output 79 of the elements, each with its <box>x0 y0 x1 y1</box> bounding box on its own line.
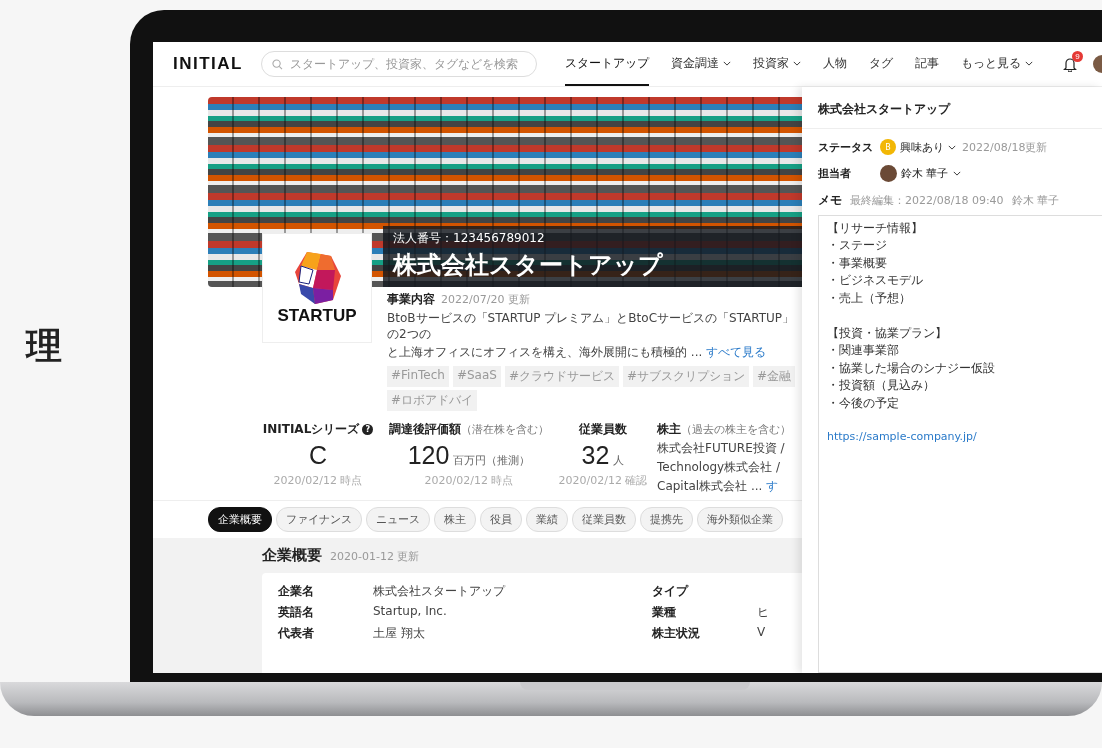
shareholder-list: 株式会社FUTURE投資 / <box>657 439 802 457</box>
updated-date: 2022/07/20 更新 <box>441 292 530 307</box>
tab[interactable]: 提携先 <box>640 506 693 532</box>
panel-title: 株式会社スタートアップ <box>802 87 1102 129</box>
tab[interactable]: 海外類似企業 <box>697 506 783 532</box>
background-heading: 理 <box>26 323 62 368</box>
section-title: 企業概要 <box>262 545 322 565</box>
shareholder-list: Capital株式会社 ... <box>657 477 763 495</box>
field-label: 株主状況 <box>652 624 701 642</box>
stat-label: 株主（過去の株主を含む） <box>657 420 792 438</box>
avatar <box>880 165 897 182</box>
chevron-icon <box>952 171 961 176</box>
tab[interactable]: 従業員数 <box>572 506 636 532</box>
field-label: ステータス <box>818 139 874 155</box>
memo-text: 【投資・協業プラン】 ・関連事業部 ・協業した場合のシナジー仮設 ・投資額（見込み） ・今後の予定 <box>827 324 996 412</box>
stat-date: 2020/02/12 確認 <box>558 472 648 488</box>
corporate-number: 法人番号：123456789012 <box>393 230 546 247</box>
shareholder-list: Technology株式会社 / <box>657 458 802 476</box>
field-value: V <box>757 624 767 641</box>
field-label: 企業名 <box>278 582 315 600</box>
edit-info: 最終編集：2022/08/18 09:40 <box>850 193 1004 208</box>
chevron-icon <box>793 60 801 66</box>
stat-label: 従業員数 <box>579 420 627 438</box>
see-all-link[interactable]: すべて見る <box>706 345 767 360</box>
nav-item[interactable]: タグ <box>869 42 893 86</box>
tab[interactable]: 企業概要 <box>208 506 272 532</box>
field-label: 業種 <box>652 603 677 621</box>
nav-item[interactable]: もっと見る <box>961 42 1033 86</box>
url-link[interactable]: https://sample-company.jp/ <box>827 429 1094 443</box>
stat-value: C <box>308 440 328 470</box>
status-dropdown[interactable]: B 興味あり <box>880 139 956 155</box>
field-label: タイプ <box>652 582 690 600</box>
bell-icon[interactable] <box>1063 56 1077 72</box>
logo[interactable]: INITIAL <box>173 54 243 74</box>
chevron-icon <box>948 144 956 150</box>
search-icon <box>272 58 283 70</box>
status-badge: B <box>880 139 896 155</box>
logo-wordmark: STARTUP <box>277 306 357 326</box>
stat-unit: 人 <box>613 452 625 468</box>
business-description: と上海オフィスにオフィスを構え、海外展開にも積極的 ... すべて見る <box>387 345 768 361</box>
stat-unit: 百万円（推測） <box>453 452 531 468</box>
tab[interactable]: 株主 <box>434 506 476 532</box>
stat-date: 2020/02/12 時点 <box>273 472 363 488</box>
field-label: 代表者 <box>278 624 315 642</box>
stat-date: 2020/02/12 時点 <box>424 472 514 488</box>
stat-value: 120 <box>407 440 450 470</box>
field-label: 英語名 <box>278 603 315 621</box>
field-value: 株式会社スタートアップ <box>373 582 507 600</box>
stat-label: 調達後評価額（潜在株を含む） <box>389 420 549 438</box>
notification-badge: 9 <box>1072 50 1083 62</box>
see-all-link[interactable]: す <box>766 477 779 495</box>
updated-date: 2022/08/18更新 <box>962 139 1048 155</box>
nav-item[interactable]: スタートアップ <box>565 42 649 86</box>
updated-date: 2020-01-12 更新 <box>330 548 420 564</box>
field-value: ヒ <box>757 603 769 621</box>
nav-item[interactable]: 記事 <box>915 42 939 86</box>
memo-text: 【リサーチ情報】 ・ステージ ・事業概要 ・ビジネスモデル ・売上（予想） <box>827 220 924 307</box>
editor-name: 鈴木 華子 <box>1011 193 1060 208</box>
company-name: 株式会社スタートアップ <box>393 250 664 281</box>
tab[interactable]: ニュース <box>366 506 430 532</box>
field-value: 土屋 翔太 <box>373 624 426 642</box>
nav-item[interactable]: 資金調達 <box>671 42 731 86</box>
tab[interactable]: 役員 <box>480 506 522 532</box>
chevron-icon <box>1025 60 1033 66</box>
nav-item[interactable]: 投資家 <box>753 42 801 86</box>
section-label: 事業内容 <box>387 291 435 308</box>
chevron-icon <box>723 60 731 66</box>
assignee-dropdown[interactable]: 鈴木 華子 <box>880 165 961 182</box>
business-description: BtoBサービスの「STARTUP プレミアム」とBtoCサービスの「STARTUP」の2つの <box>387 311 796 343</box>
stat-value: 32 <box>581 440 610 470</box>
tab[interactable]: 業績 <box>526 506 568 532</box>
nav-item[interactable]: 人物 <box>823 42 847 86</box>
help-icon[interactable]: ? <box>362 423 374 435</box>
stat-label: INITIALシリーズ <box>262 420 360 438</box>
field-label: 担当者 <box>818 166 852 181</box>
field-label: メモ <box>818 192 842 209</box>
field-value: Startup, Inc. <box>373 603 448 620</box>
memo-field[interactable]: 【リサーチ情報】 ・ステージ ・事業概要 ・ビジネスモデル ・売上（予想） 【投資・協業プラン】 ・関連事業部 ・協業した場合のシナジー仮設 ・投資額（見込み） ・今後の予定 https://sample-company.jp/ <box>818 215 1102 673</box>
tab[interactable]: ファイナンス <box>276 506 362 532</box>
